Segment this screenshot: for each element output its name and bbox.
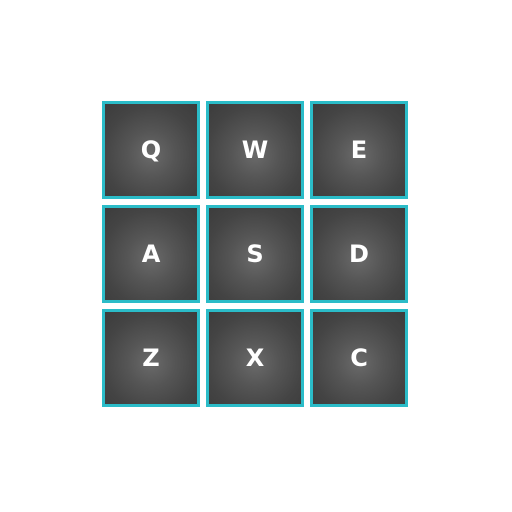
key-q[interactable]: Q: [102, 101, 200, 199]
key-label: C: [350, 344, 368, 372]
key-d[interactable]: D: [310, 205, 408, 303]
key-z[interactable]: Z: [102, 309, 200, 407]
key-c[interactable]: C: [310, 309, 408, 407]
keypad-grid: Q W E A S D Z X C: [102, 101, 410, 409]
key-s[interactable]: S: [206, 205, 304, 303]
key-label: W: [241, 136, 269, 164]
key-label: Z: [142, 344, 160, 372]
canvas: Q W E A S D Z X C: [0, 0, 512, 512]
key-label: S: [246, 240, 264, 268]
key-e[interactable]: E: [310, 101, 408, 199]
key-x[interactable]: X: [206, 309, 304, 407]
key-w[interactable]: W: [206, 101, 304, 199]
key-label: Q: [140, 136, 162, 164]
key-label: D: [349, 240, 369, 268]
key-label: E: [350, 136, 368, 164]
key-a[interactable]: A: [102, 205, 200, 303]
key-label: X: [245, 344, 265, 372]
key-label: A: [141, 240, 161, 268]
